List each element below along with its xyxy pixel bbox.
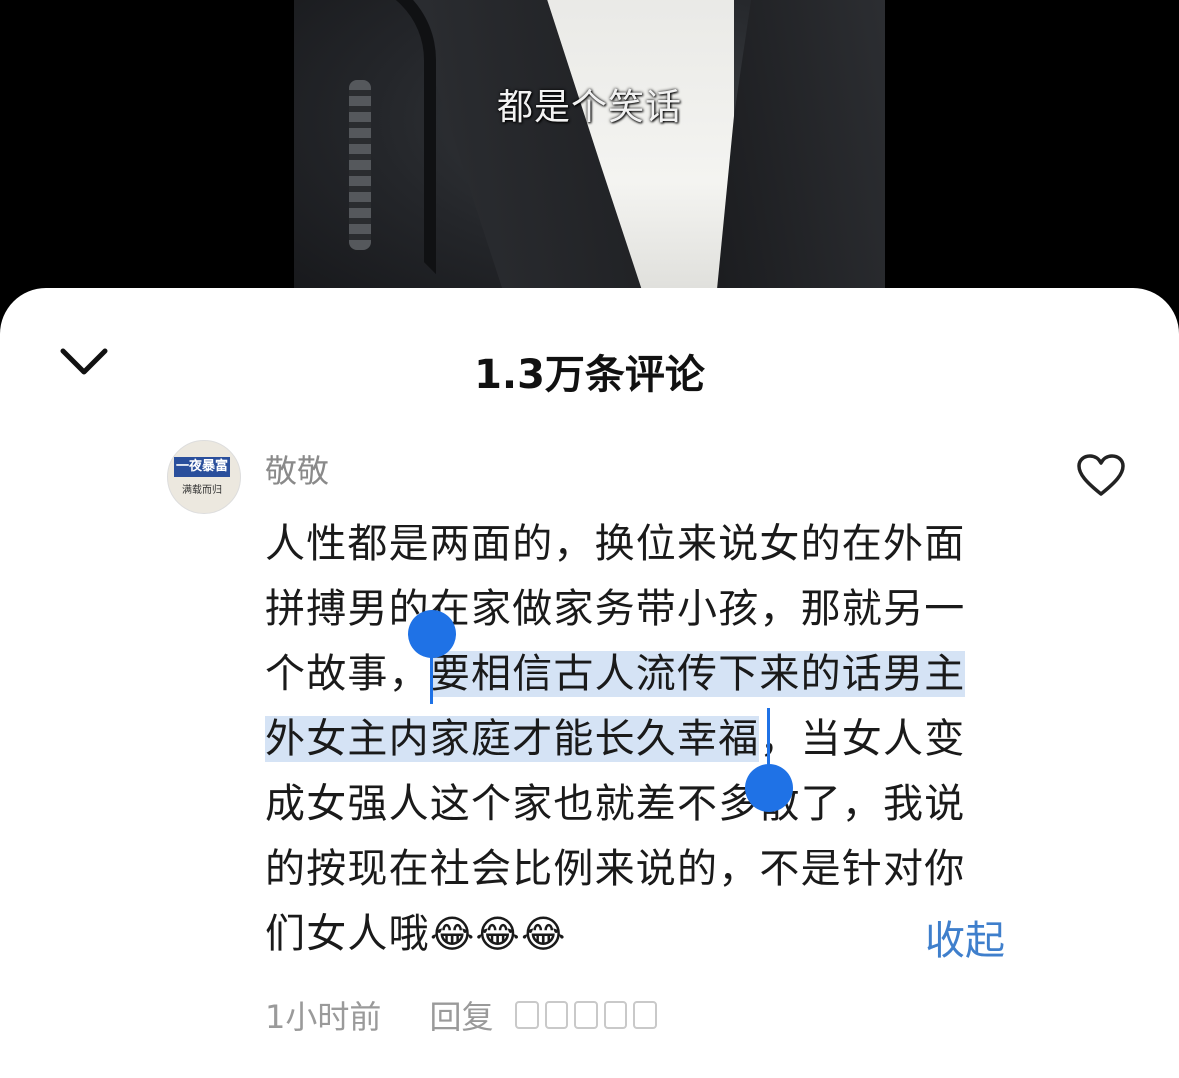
comment-time: 1小时前 [265,998,382,1036]
avatar-plate-text: 一夜暴富 [174,457,230,477]
video-subtitle: 都是个笑话 [496,87,682,128]
video-player[interactable]: 都是个笑话 [0,0,1179,300]
comment-sheet: 1.3万条评论 一夜暴富 满载而归 敬敬 人性都是两面的，换位来说女的在外面拼搏… [0,288,1179,1078]
selection-start-handle[interactable] [408,610,456,658]
video-frame [294,0,885,300]
comment-meta: 1小时前 回复 [265,992,532,1038]
selection-end-stem [767,708,770,772]
like-button[interactable] [1076,454,1126,498]
jacket-lapel-right [714,0,885,300]
avatar[interactable]: 一夜暴富 满载而归 [167,440,241,514]
collapse-comment-link[interactable]: 收起 [925,908,1005,966]
comment-username[interactable]: 敬敬 [265,446,329,492]
laughing-emoji: 😂😂😂 [429,912,567,956]
comment-body[interactable]: 人性都是两面的，换位来说女的在外面拼搏男的在家做家务带小孩，那就另一个故事，要相… [265,512,985,967]
watermark [515,1001,657,1029]
heart-outline-icon [1077,454,1125,496]
avatar-subtext: 满载而归 [182,485,222,496]
reply-button[interactable]: 回复 [430,998,494,1036]
comment-count-title: 1.3万条评论 [474,352,705,398]
selection-end-handle[interactable] [745,764,793,812]
